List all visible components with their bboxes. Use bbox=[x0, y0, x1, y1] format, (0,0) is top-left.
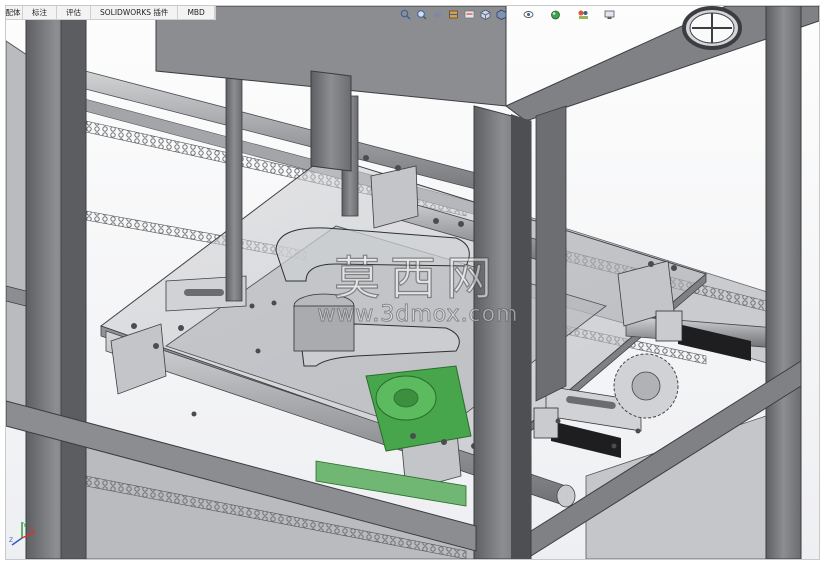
dynamic-annotation-icon[interactable] bbox=[463, 8, 476, 20]
heads-up-view-toolbar bbox=[399, 7, 616, 21]
green-gear-hub bbox=[393, 388, 419, 408]
vertical-rod-left bbox=[225, 50, 243, 302]
sprocket-hub bbox=[631, 371, 661, 401]
right-post bbox=[765, 6, 802, 559]
rear-center-post bbox=[310, 70, 352, 172]
tab-evaluate[interactable]: 评估 bbox=[57, 6, 91, 19]
hand-wheel bbox=[682, 6, 742, 50]
front-center-post-face bbox=[511, 114, 531, 559]
hide-show-items-icon[interactable] bbox=[522, 8, 535, 20]
bracket-slot-left bbox=[184, 289, 224, 296]
reference-triad-icon: Y X Z bbox=[9, 522, 36, 546]
tab-assembly[interactable]: 装配体 bbox=[6, 6, 23, 19]
svg-text:X: X bbox=[30, 526, 34, 533]
tab-mbd[interactable]: MBD bbox=[178, 6, 215, 19]
svg-text:Z: Z bbox=[9, 537, 13, 544]
handle-mount-right bbox=[655, 310, 683, 342]
graphics-area[interactable]: 莫西网 www.3dmox.com 装配体 标注 评估 SOLIDWORKS 插… bbox=[5, 5, 820, 560]
command-manager-tabs: 装配体 标注 评估 SOLIDWORKS 插件 MBD bbox=[6, 6, 216, 20]
previous-view-icon[interactable] bbox=[431, 8, 444, 20]
zoom-to-fit-icon[interactable] bbox=[399, 8, 412, 20]
view-settings-icon[interactable] bbox=[603, 8, 616, 20]
tab-markup[interactable]: 标注 bbox=[23, 6, 57, 19]
right-post-inner bbox=[535, 105, 567, 402]
svg-text:Y: Y bbox=[22, 522, 27, 529]
tab-solidworks-addins[interactable]: SOLIDWORKS 插件 bbox=[91, 6, 179, 19]
view-orientation-icon[interactable] bbox=[479, 8, 492, 20]
display-style-icon[interactable] bbox=[495, 8, 508, 20]
handle-mount-front bbox=[533, 407, 559, 439]
section-view-icon[interactable] bbox=[447, 8, 460, 20]
apply-scene-icon[interactable] bbox=[576, 8, 589, 20]
front-guide-rod-end bbox=[556, 484, 576, 508]
front-left-post-inner bbox=[60, 6, 87, 559]
cam-shaft-body bbox=[293, 305, 355, 352]
edit-appearance-icon[interactable] bbox=[549, 8, 562, 20]
zoom-to-area-icon[interactable] bbox=[415, 8, 428, 20]
assembly-3d-view[interactable] bbox=[6, 6, 819, 559]
